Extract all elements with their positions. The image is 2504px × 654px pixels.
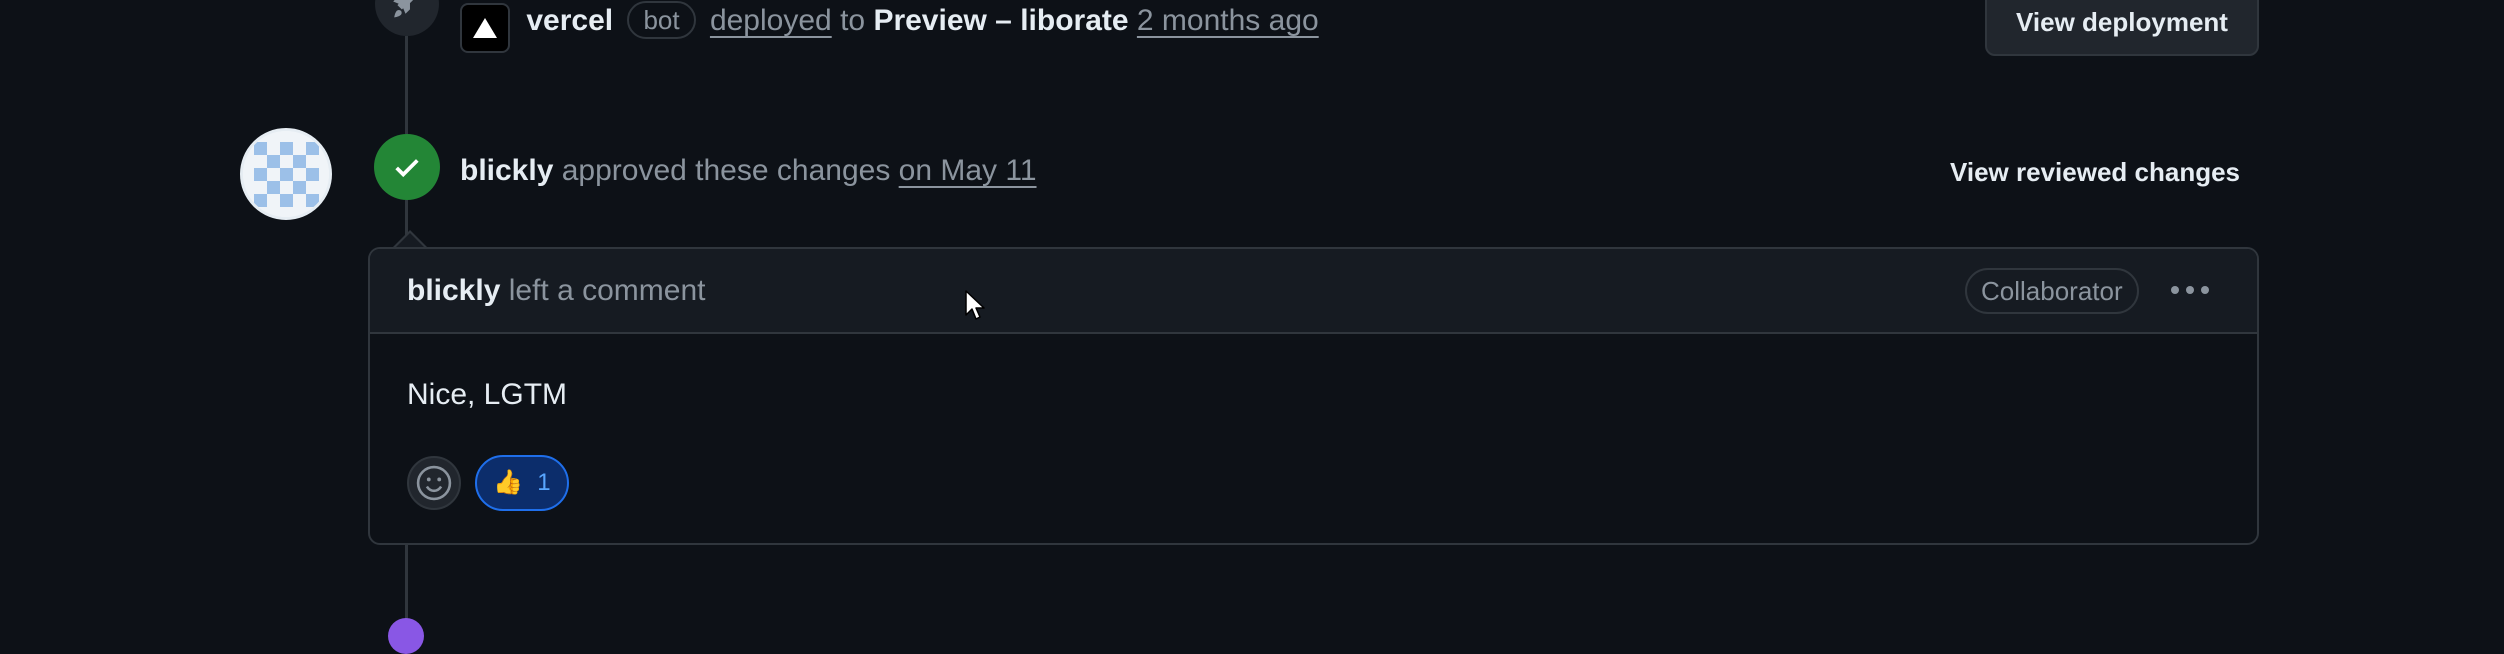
- comment-header: blickly left a comment Collaborator: [370, 249, 2257, 334]
- reaction-count: 1: [537, 469, 551, 496]
- deploy-environment[interactable]: Preview – liborate: [873, 4, 1128, 37]
- review-comment: blickly left a comment Collaborator Nice…: [368, 247, 2259, 545]
- vercel-triangle-icon: [460, 3, 510, 53]
- comment-pointer-fill: [395, 233, 425, 248]
- review-event: blickly approved these changes on May 11: [460, 151, 1037, 191]
- comment-action: left a comment: [508, 274, 706, 307]
- avatar[interactable]: [240, 128, 332, 220]
- deploy-time[interactable]: 2 months ago: [1137, 4, 1319, 37]
- view-reviewed-changes-button[interactable]: View reviewed changes: [1940, 150, 2250, 194]
- deploy-connector: to: [840, 4, 866, 37]
- review-action: approved these changes: [561, 154, 891, 187]
- mouse-cursor-icon: [965, 290, 985, 327]
- thumbs-up-reaction[interactable]: 👍 1: [475, 455, 569, 511]
- avatar-identicon: [243, 131, 329, 217]
- check-icon: [374, 134, 440, 200]
- next-event-icon: [388, 618, 424, 654]
- deployment-event: vercel bot deployed to Preview – liborat…: [460, 1, 1319, 53]
- deployed-link[interactable]: deployed: [710, 4, 832, 37]
- rocket-icon: [375, 0, 439, 36]
- add-reaction-button[interactable]: [407, 456, 461, 510]
- deploy-actor-link[interactable]: vercel: [526, 4, 613, 37]
- bot-badge: bot: [627, 1, 696, 39]
- comment-body: Nice, LGTM: [407, 378, 568, 411]
- timeline-line-top: [405, 36, 408, 134]
- kebab-menu-icon[interactable]: [2167, 270, 2213, 310]
- timeline-line-bottom: [405, 545, 408, 626]
- smiley-icon: [416, 465, 452, 501]
- reviewer-link[interactable]: blickly: [460, 154, 553, 187]
- comment-header-text: blickly left a comment: [407, 271, 705, 311]
- comment-author-link[interactable]: blickly: [407, 274, 500, 307]
- review-time[interactable]: on May 11: [899, 154, 1037, 187]
- thumbs-up-emoji: 👍: [493, 469, 524, 496]
- collaborator-badge: Collaborator: [1965, 268, 2139, 314]
- view-deployment-button[interactable]: View deployment: [1985, 0, 2259, 56]
